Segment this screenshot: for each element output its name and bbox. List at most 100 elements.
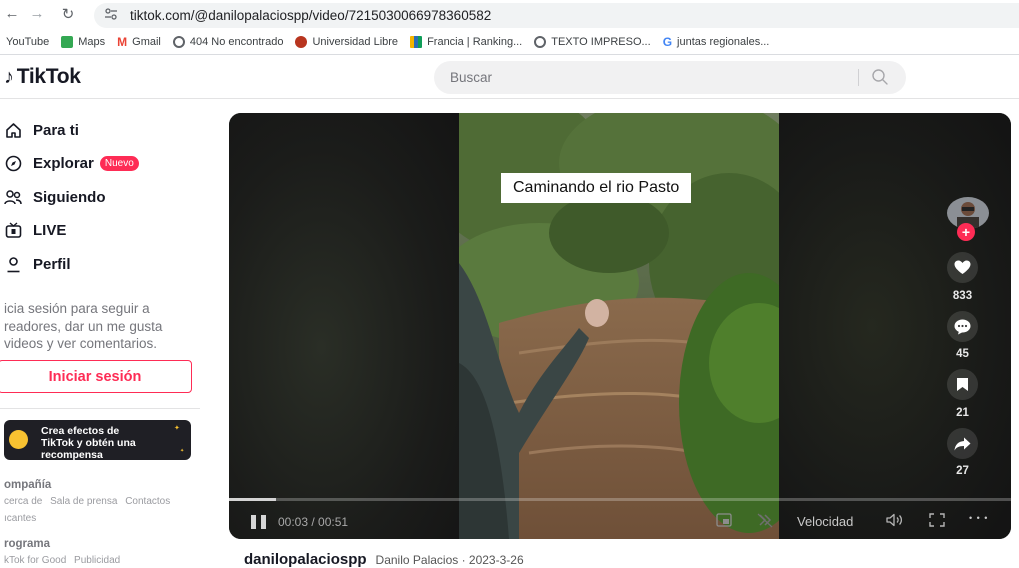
reload-button[interactable]: ↻ [58, 5, 78, 23]
bookmarks-bar: YouTube Maps M Gmail 404 No encontrado U… [0, 31, 1019, 53]
video-time: 00:03 / 00:51 [278, 515, 349, 529]
bookmark-maps[interactable]: Maps [61, 36, 105, 48]
footer-links-program: kTok for Good Publicidad [4, 555, 125, 566]
bookmark-juntas[interactable]: G juntas regionales... [663, 35, 770, 49]
bookmark-gmail[interactable]: M Gmail [117, 35, 161, 49]
back-button[interactable]: ← [2, 5, 22, 22]
more-options-icon[interactable]: • • • [969, 513, 988, 523]
sidebar-item-perfil[interactable]: Perfil [4, 251, 71, 277]
url-text: tiktok.com/@danilopalaciospp/video/72150… [130, 8, 492, 23]
fullscreen-icon[interactable] [929, 513, 945, 530]
sparkle-icon: ✦ [180, 448, 185, 454]
globe-icon [172, 36, 185, 48]
like-count: 833 [952, 290, 973, 302]
search-input[interactable] [450, 70, 850, 85]
google-icon: G [662, 35, 673, 49]
bookmark-label: Maps [78, 36, 106, 48]
pause-icon-bar [251, 515, 256, 529]
sidebar-item-para-ti[interactable]: Para ti [4, 117, 79, 143]
university-icon [295, 36, 308, 48]
gmail-icon: M [117, 35, 128, 49]
following-icon [4, 188, 22, 206]
tiktok-logo[interactable]: ♪ TikTok [4, 65, 81, 89]
share-button[interactable] [947, 428, 978, 459]
address-bar[interactable]: tiktok.com/@danilopalaciospp/video/72150… [94, 3, 1019, 28]
bookmark-icon [957, 378, 968, 391]
comment-count: 45 [956, 348, 969, 360]
video-progress-bar[interactable] [229, 498, 1011, 501]
pause-button[interactable] [251, 515, 267, 529]
save-button[interactable] [947, 369, 978, 400]
search-bar [434, 61, 906, 94]
bookmark-label: Francia | Ranking... [427, 36, 523, 48]
follow-button[interactable]: + [957, 223, 975, 241]
autoscroll-off-icon[interactable] [757, 513, 773, 531]
pip-icon[interactable] [716, 513, 732, 530]
login-button[interactable]: Iniciar sesión [0, 360, 192, 393]
bookmark-404[interactable]: 404 No encontrado [172, 36, 283, 48]
video-player[interactable]: Caminando el rio Pasto + 833 45 21 27 00… [229, 113, 1011, 539]
video-caption: Caminando el rio Pasto [501, 173, 692, 203]
maps-icon [61, 36, 74, 48]
sidebar-item-label: LIVE [33, 221, 67, 239]
search-icon[interactable] [871, 68, 889, 86]
speed-button[interactable]: Velocidad [797, 514, 853, 529]
compass-icon [4, 154, 22, 172]
effects-banner-text: Crea efectos de TikTok y obtén una recom… [41, 425, 136, 460]
footer-link[interactable]: cerca de [4, 496, 42, 507]
effect-house-icon [9, 430, 28, 449]
heart-icon [954, 260, 971, 274]
sidebar-item-live[interactable]: LIVE [4, 217, 66, 243]
sidebar-item-label: Siguiendo [33, 188, 106, 206]
effects-line: recompensa [41, 449, 103, 460]
volume-icon[interactable] [886, 513, 906, 530]
forward-button[interactable]: → [27, 5, 47, 22]
site-settings-icon[interactable] [104, 8, 120, 23]
comment-button[interactable] [947, 311, 978, 342]
footer-link[interactable]: Publicidad [74, 555, 120, 566]
ranking-icon [410, 36, 423, 48]
share-icon [954, 437, 971, 450]
bookmark-youtube[interactable]: YouTube [6, 36, 49, 48]
footer-link[interactable]: Contactos [125, 496, 170, 507]
footer-link[interactable]: ıcantes [4, 513, 36, 524]
sidebar-item-label: Perfil [33, 255, 71, 273]
sidebar-item-label: Para ti [33, 121, 79, 139]
login-prompt: icia sesión para seguir a readores, dar … [4, 301, 163, 351]
browser-toolbar: ← → ↻ tiktok.com/@danilopalaciospp/video… [0, 0, 1019, 30]
globe-icon [534, 36, 547, 48]
effects-line: Crea efectos de [41, 425, 120, 437]
sidebar-item-label: Explorar [33, 154, 94, 172]
save-count: 21 [956, 407, 969, 419]
footer-links-company-2: ıcantes [4, 513, 41, 524]
share-count: 27 [956, 465, 969, 477]
effects-line: TikTok y obtén una [41, 437, 136, 449]
video-blur-left [229, 113, 459, 539]
sidebar-item-explorar[interactable]: Explorar Nuevo [4, 150, 139, 176]
sparkle-icon: ✦ [174, 425, 180, 432]
bookmark-label: YouTube [6, 36, 50, 48]
live-icon [4, 221, 22, 239]
search-divider [858, 69, 859, 86]
bookmark-francia[interactable]: Francia | Ranking... [410, 36, 522, 48]
footer-links-company: cerca de Sala de prensa Contactos [4, 496, 175, 507]
sidebar-item-siguiendo[interactable]: Siguiendo [4, 184, 106, 210]
profile-icon [4, 255, 22, 273]
home-icon [4, 121, 22, 139]
tiktok-note-icon: ♪ [4, 65, 14, 88]
bookmark-label: juntas regionales... [677, 36, 770, 48]
pause-icon-bar [261, 515, 266, 529]
effects-banner[interactable]: Crea efectos de TikTok y obtén una recom… [4, 420, 191, 460]
comment-icon [954, 319, 971, 334]
footer-heading-program: rograma [4, 538, 51, 550]
footer-link[interactable]: Sala de prensa [50, 496, 117, 507]
tiktok-header: ♪ TikTok [0, 55, 1019, 99]
bookmark-texto[interactable]: TEXTO IMPRESO... [534, 36, 651, 48]
bookmark-label: TEXTO IMPRESO... [551, 36, 651, 48]
footer-link[interactable]: kTok for Good [4, 555, 66, 566]
author-username[interactable]: danilopalaciospp [244, 551, 367, 568]
like-button[interactable] [947, 252, 978, 283]
bookmark-universidad[interactable]: Universidad Libre [295, 36, 398, 48]
new-badge: Nuevo [99, 155, 139, 171]
bookmark-label: Universidad Libre [312, 36, 399, 48]
